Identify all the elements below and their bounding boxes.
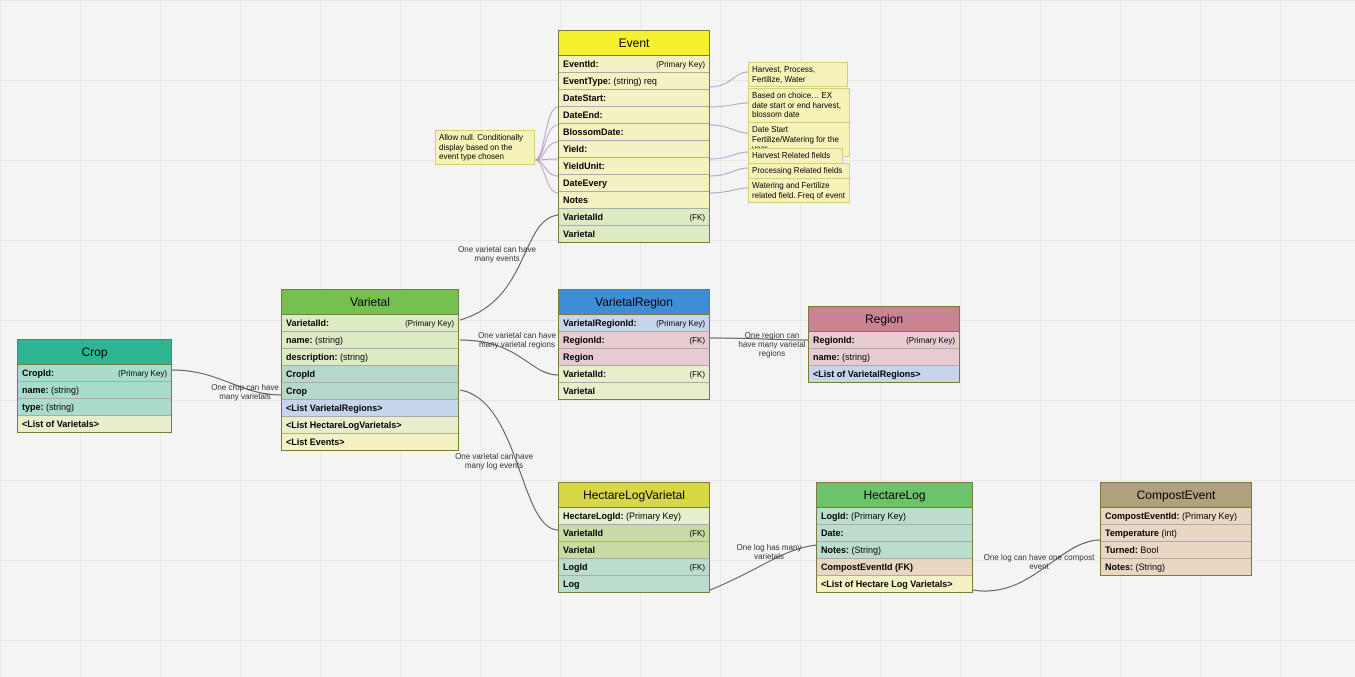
entity-rows: CropId:(Primary Key)name: (string)type: …	[18, 365, 171, 432]
entity-rows: LogId: (Primary Key)Date:Notes: (String)…	[817, 508, 972, 592]
entity-hectare-log[interactable]: HectareLog LogId: (Primary Key)Date:Note…	[816, 482, 973, 593]
rel-log-varietals: One log has many varietals	[724, 544, 814, 562]
entity-header: HectareLogVarietal	[559, 483, 709, 508]
table-row: Turned: Bool	[1101, 542, 1251, 559]
rel-crop-varietal: One crop can have many varietals	[210, 384, 280, 402]
table-row: EventId:(Primary Key)	[559, 56, 709, 73]
entity-header: Varietal	[282, 290, 458, 315]
table-row: Notes	[559, 192, 709, 209]
table-row: name: (string)	[809, 349, 959, 366]
table-row: <List of Varietals>	[18, 416, 171, 432]
table-row: name: (string)	[18, 382, 171, 399]
table-row: Temperature (int)	[1101, 525, 1251, 542]
table-row: EventType: (string) req	[559, 73, 709, 90]
table-row: <List of VarietalRegions>	[809, 366, 959, 382]
entity-varietal[interactable]: Varietal VarietalId:(Primary Key)name: (…	[281, 289, 459, 451]
table-row: <List of Hectare Log Varietals>	[817, 576, 972, 592]
entity-header: HectareLog	[817, 483, 972, 508]
note-allow-null: Allow null. Conditionally display based …	[435, 130, 535, 165]
note-processing-fields: Processing Related fields	[748, 163, 850, 179]
table-row: Varietal	[559, 542, 709, 559]
entity-header: Event	[559, 31, 709, 56]
table-row: CropId	[282, 366, 458, 383]
table-row: LogId(FK)	[559, 559, 709, 576]
table-row: VarietalRegionId:(Primary Key)	[559, 315, 709, 332]
table-row: BlossomDate:	[559, 124, 709, 141]
rel-log-compost: One log can have one compost event	[980, 554, 1098, 572]
entity-region[interactable]: Region RegionId:(Primary Key)name: (stri…	[808, 306, 960, 383]
entity-header: Crop	[18, 340, 171, 365]
table-row: CompostEventId: (Primary Key)	[1101, 508, 1251, 525]
entity-event[interactable]: Event EventId:(Primary Key)EventType: (s…	[558, 30, 710, 243]
table-row: VarietalId(FK)	[559, 525, 709, 542]
table-row: <List VarietalRegions>	[282, 400, 458, 417]
table-row: VarietalId:(FK)	[559, 366, 709, 383]
entity-rows: CompostEventId: (Primary Key)Temperature…	[1101, 508, 1251, 575]
entity-rows: VarietalRegionId:(Primary Key)RegionId:(…	[559, 315, 709, 399]
table-row: <List Events>	[282, 434, 458, 450]
table-row: Varietal	[559, 226, 709, 242]
rel-varietal-log: One varietal can have many log events	[455, 453, 533, 471]
table-row: <List HectareLogVarietals>	[282, 417, 458, 434]
entity-crop[interactable]: Crop CropId:(Primary Key)name: (string)t…	[17, 339, 172, 433]
note-watering-fields: Watering and Fertilize related field. Fr…	[748, 178, 850, 203]
entity-varietal-region[interactable]: VarietalRegion VarietalRegionId:(Primary…	[558, 289, 710, 400]
table-row: Notes: (String)	[1101, 559, 1251, 575]
table-row: DateEnd:	[559, 107, 709, 124]
entity-hectare-log-varietal[interactable]: HectareLogVarietal HectareLogId: (Primar…	[558, 482, 710, 593]
table-row: RegionId:(FK)	[559, 332, 709, 349]
entity-rows: RegionId:(Primary Key)name: (string)<Lis…	[809, 332, 959, 382]
table-row: LogId: (Primary Key)	[817, 508, 972, 525]
entity-rows: VarietalId:(Primary Key)name: (string)de…	[282, 315, 458, 450]
table-row: DateStart:	[559, 90, 709, 107]
table-row: YieldUnit:	[559, 158, 709, 175]
entity-header: Region	[809, 307, 959, 332]
table-row: Notes: (String)	[817, 542, 972, 559]
note-based-on-choice: Based on choice… EX date start or end ha…	[748, 88, 850, 123]
rel-varietal-region: One varietal can have many varietal regi…	[478, 332, 556, 350]
table-row: VarietalId:(Primary Key)	[282, 315, 458, 332]
entity-header: VarietalRegion	[559, 290, 709, 315]
table-row: CompostEventId (FK)	[817, 559, 972, 576]
table-row: HectareLogId: (Primary Key)	[559, 508, 709, 525]
entity-rows: HectareLogId: (Primary Key)VarietalId(FK…	[559, 508, 709, 592]
entity-rows: EventId:(Primary Key)EventType: (string)…	[559, 56, 709, 242]
table-row: Varietal	[559, 383, 709, 399]
table-row: name: (string)	[282, 332, 458, 349]
table-row: Log	[559, 576, 709, 592]
note-event-types: Harvest, Process, Fertilize, Water	[748, 62, 848, 87]
table-row: description: (string)	[282, 349, 458, 366]
rel-region-varietal: One region can have many varietal region…	[736, 332, 808, 358]
table-row: Crop	[282, 383, 458, 400]
entity-header: CompostEvent	[1101, 483, 1251, 508]
table-row: Yield:	[559, 141, 709, 158]
table-row: VarietalId(FK)	[559, 209, 709, 226]
note-harvest-fields: Harvest Related fields	[748, 148, 843, 164]
table-row: type: (string)	[18, 399, 171, 416]
table-row: CropId:(Primary Key)	[18, 365, 171, 382]
entity-compost-event[interactable]: CompostEvent CompostEventId: (Primary Ke…	[1100, 482, 1252, 576]
table-row: RegionId:(Primary Key)	[809, 332, 959, 349]
rel-varietal-event: One varietal can have many events	[458, 246, 536, 264]
table-row: Date:	[817, 525, 972, 542]
table-row: DateEvery	[559, 175, 709, 192]
table-row: Region	[559, 349, 709, 366]
